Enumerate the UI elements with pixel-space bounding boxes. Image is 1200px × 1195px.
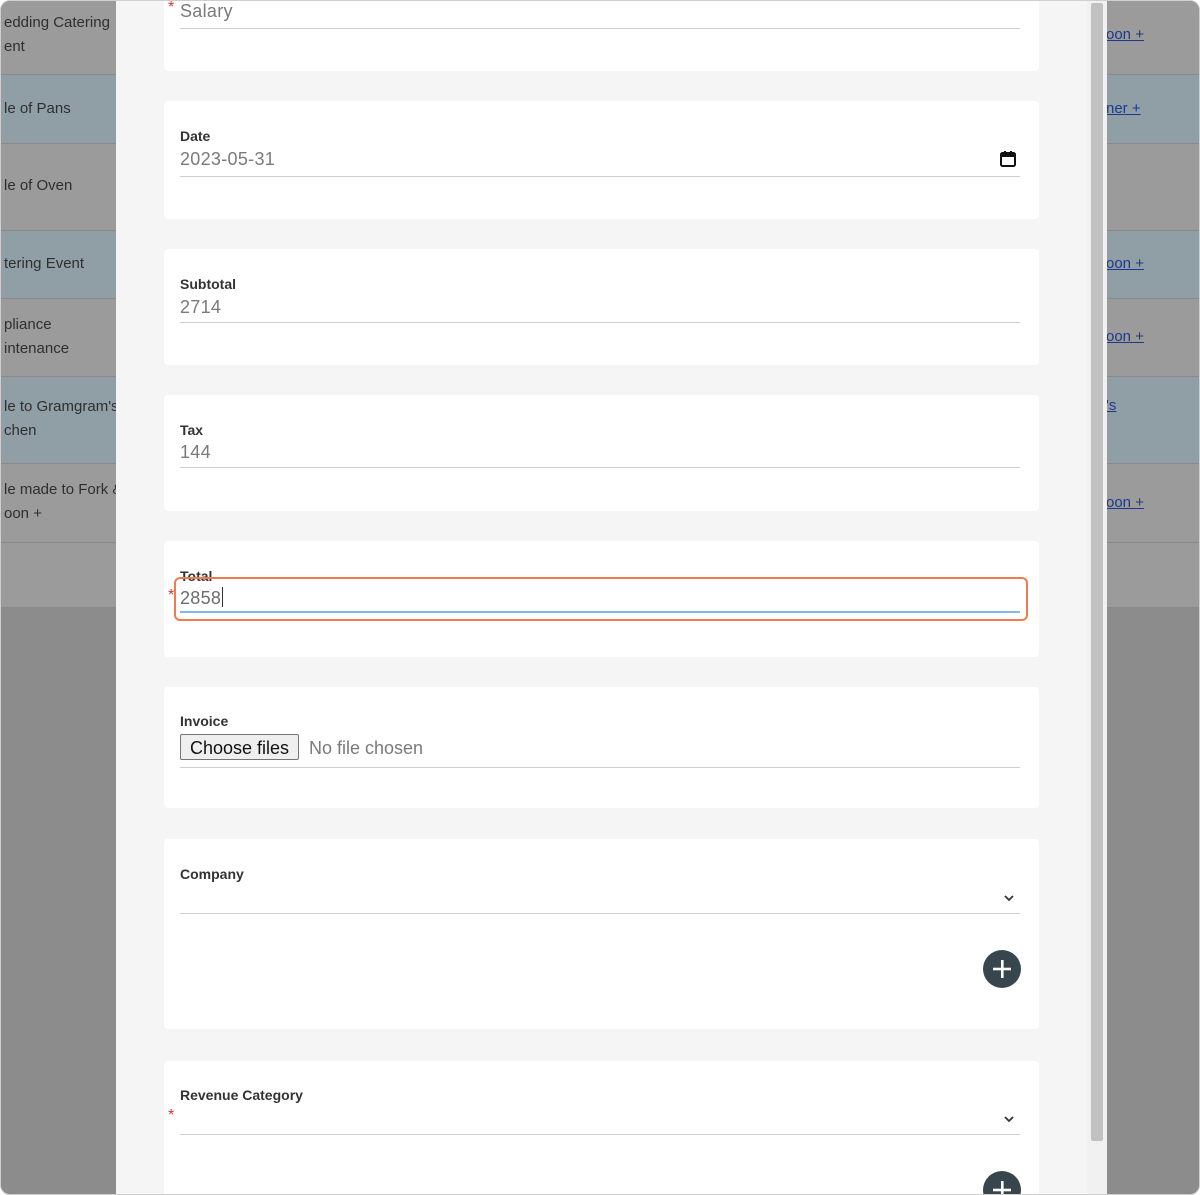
- list-row-link[interactable]: oon +: [1106, 494, 1199, 511]
- focus-ring: [174, 577, 1028, 621]
- salary-underline: [180, 28, 1020, 29]
- revenue-category-select[interactable]: [180, 1109, 1020, 1135]
- total-input-value: 2858: [180, 588, 222, 608]
- choose-files-button[interactable]: Choose files: [180, 734, 300, 760]
- file-status: No file chosen: [309, 738, 424, 758]
- list-row-link[interactable]: 's: [1106, 397, 1199, 414]
- company-underline: [180, 913, 1020, 914]
- tax-field-card: Tax 144: [164, 395, 1039, 511]
- subtotal-input[interactable]: 2714: [180, 297, 221, 318]
- list-row-link[interactable]: oon +: [1106, 26, 1199, 43]
- expense-form-modal: * Salary Date 2023-05-31 Subtotal 2714 T…: [116, 1, 1106, 1194]
- invoice-label: Invoice: [180, 713, 229, 729]
- list-row-link[interactable]: oon +: [1106, 328, 1199, 345]
- list-row-title: le of Oven: [4, 177, 73, 194]
- salary-field-card: * Salary: [164, 1, 1039, 71]
- list-row-title: le made to Fork & oon +: [4, 481, 119, 522]
- subtotal-label: Subtotal: [180, 276, 236, 292]
- invoice-field-card: Invoice Choose files No file chosen: [164, 687, 1039, 808]
- date-input[interactable]: 2023-05-31: [180, 149, 275, 170]
- total-input[interactable]: 2858: [180, 587, 224, 609]
- screen: edding Catering ent oon + le of Pans ner…: [0, 0, 1200, 1195]
- revenue-category-field-card: Revenue Category *: [164, 1061, 1039, 1194]
- list-row-link[interactable]: oon +: [1106, 255, 1199, 272]
- tax-label: Tax: [180, 422, 204, 438]
- salary-field[interactable]: Salary: [180, 1, 233, 22]
- total-field-card: Total * 2858: [164, 541, 1039, 657]
- invoice-underline: [180, 767, 1020, 768]
- date-field-card: Date 2023-05-31: [164, 101, 1039, 219]
- tax-input[interactable]: 144: [180, 442, 211, 463]
- tax-underline: [180, 467, 1020, 468]
- company-select[interactable]: [180, 887, 1020, 913]
- plus-icon: [993, 1181, 1011, 1194]
- company-field-card: Company: [164, 839, 1039, 1029]
- plus-icon: [993, 960, 1011, 978]
- calendar-icon[interactable]: [999, 150, 1017, 168]
- add-revenue-category-button[interactable]: [983, 1171, 1021, 1194]
- revenue-category-underline: [180, 1134, 1020, 1135]
- list-row-title: tering Event: [4, 255, 85, 272]
- add-company-button[interactable]: [983, 950, 1021, 988]
- date-label: Date: [180, 128, 211, 144]
- modal-scrollbar[interactable]: [1087, 1, 1107, 1194]
- total-underline: [180, 611, 1020, 613]
- list-row-title: le of Pans: [4, 100, 71, 117]
- required-mark: *: [168, 1107, 175, 1124]
- required-mark: *: [168, 1, 175, 16]
- subtotal-field-card: Subtotal 2714: [164, 249, 1039, 365]
- list-row-title: le to Gramgram's chen: [4, 398, 119, 439]
- list-row-title: pliance intenance: [4, 316, 70, 357]
- chevron-down-icon[interactable]: [1002, 891, 1016, 905]
- company-label: Company: [180, 866, 244, 882]
- date-underline: [180, 176, 1020, 177]
- text-caret: [222, 587, 224, 607]
- scrollbar-thumb[interactable]: [1091, 3, 1103, 1141]
- list-row-link[interactable]: ner +: [1106, 100, 1199, 117]
- list-row-title: edding Catering ent: [4, 14, 110, 55]
- subtotal-underline: [180, 322, 1020, 323]
- revenue-category-label: Revenue Category: [180, 1087, 303, 1103]
- chevron-down-icon[interactable]: [1002, 1112, 1016, 1126]
